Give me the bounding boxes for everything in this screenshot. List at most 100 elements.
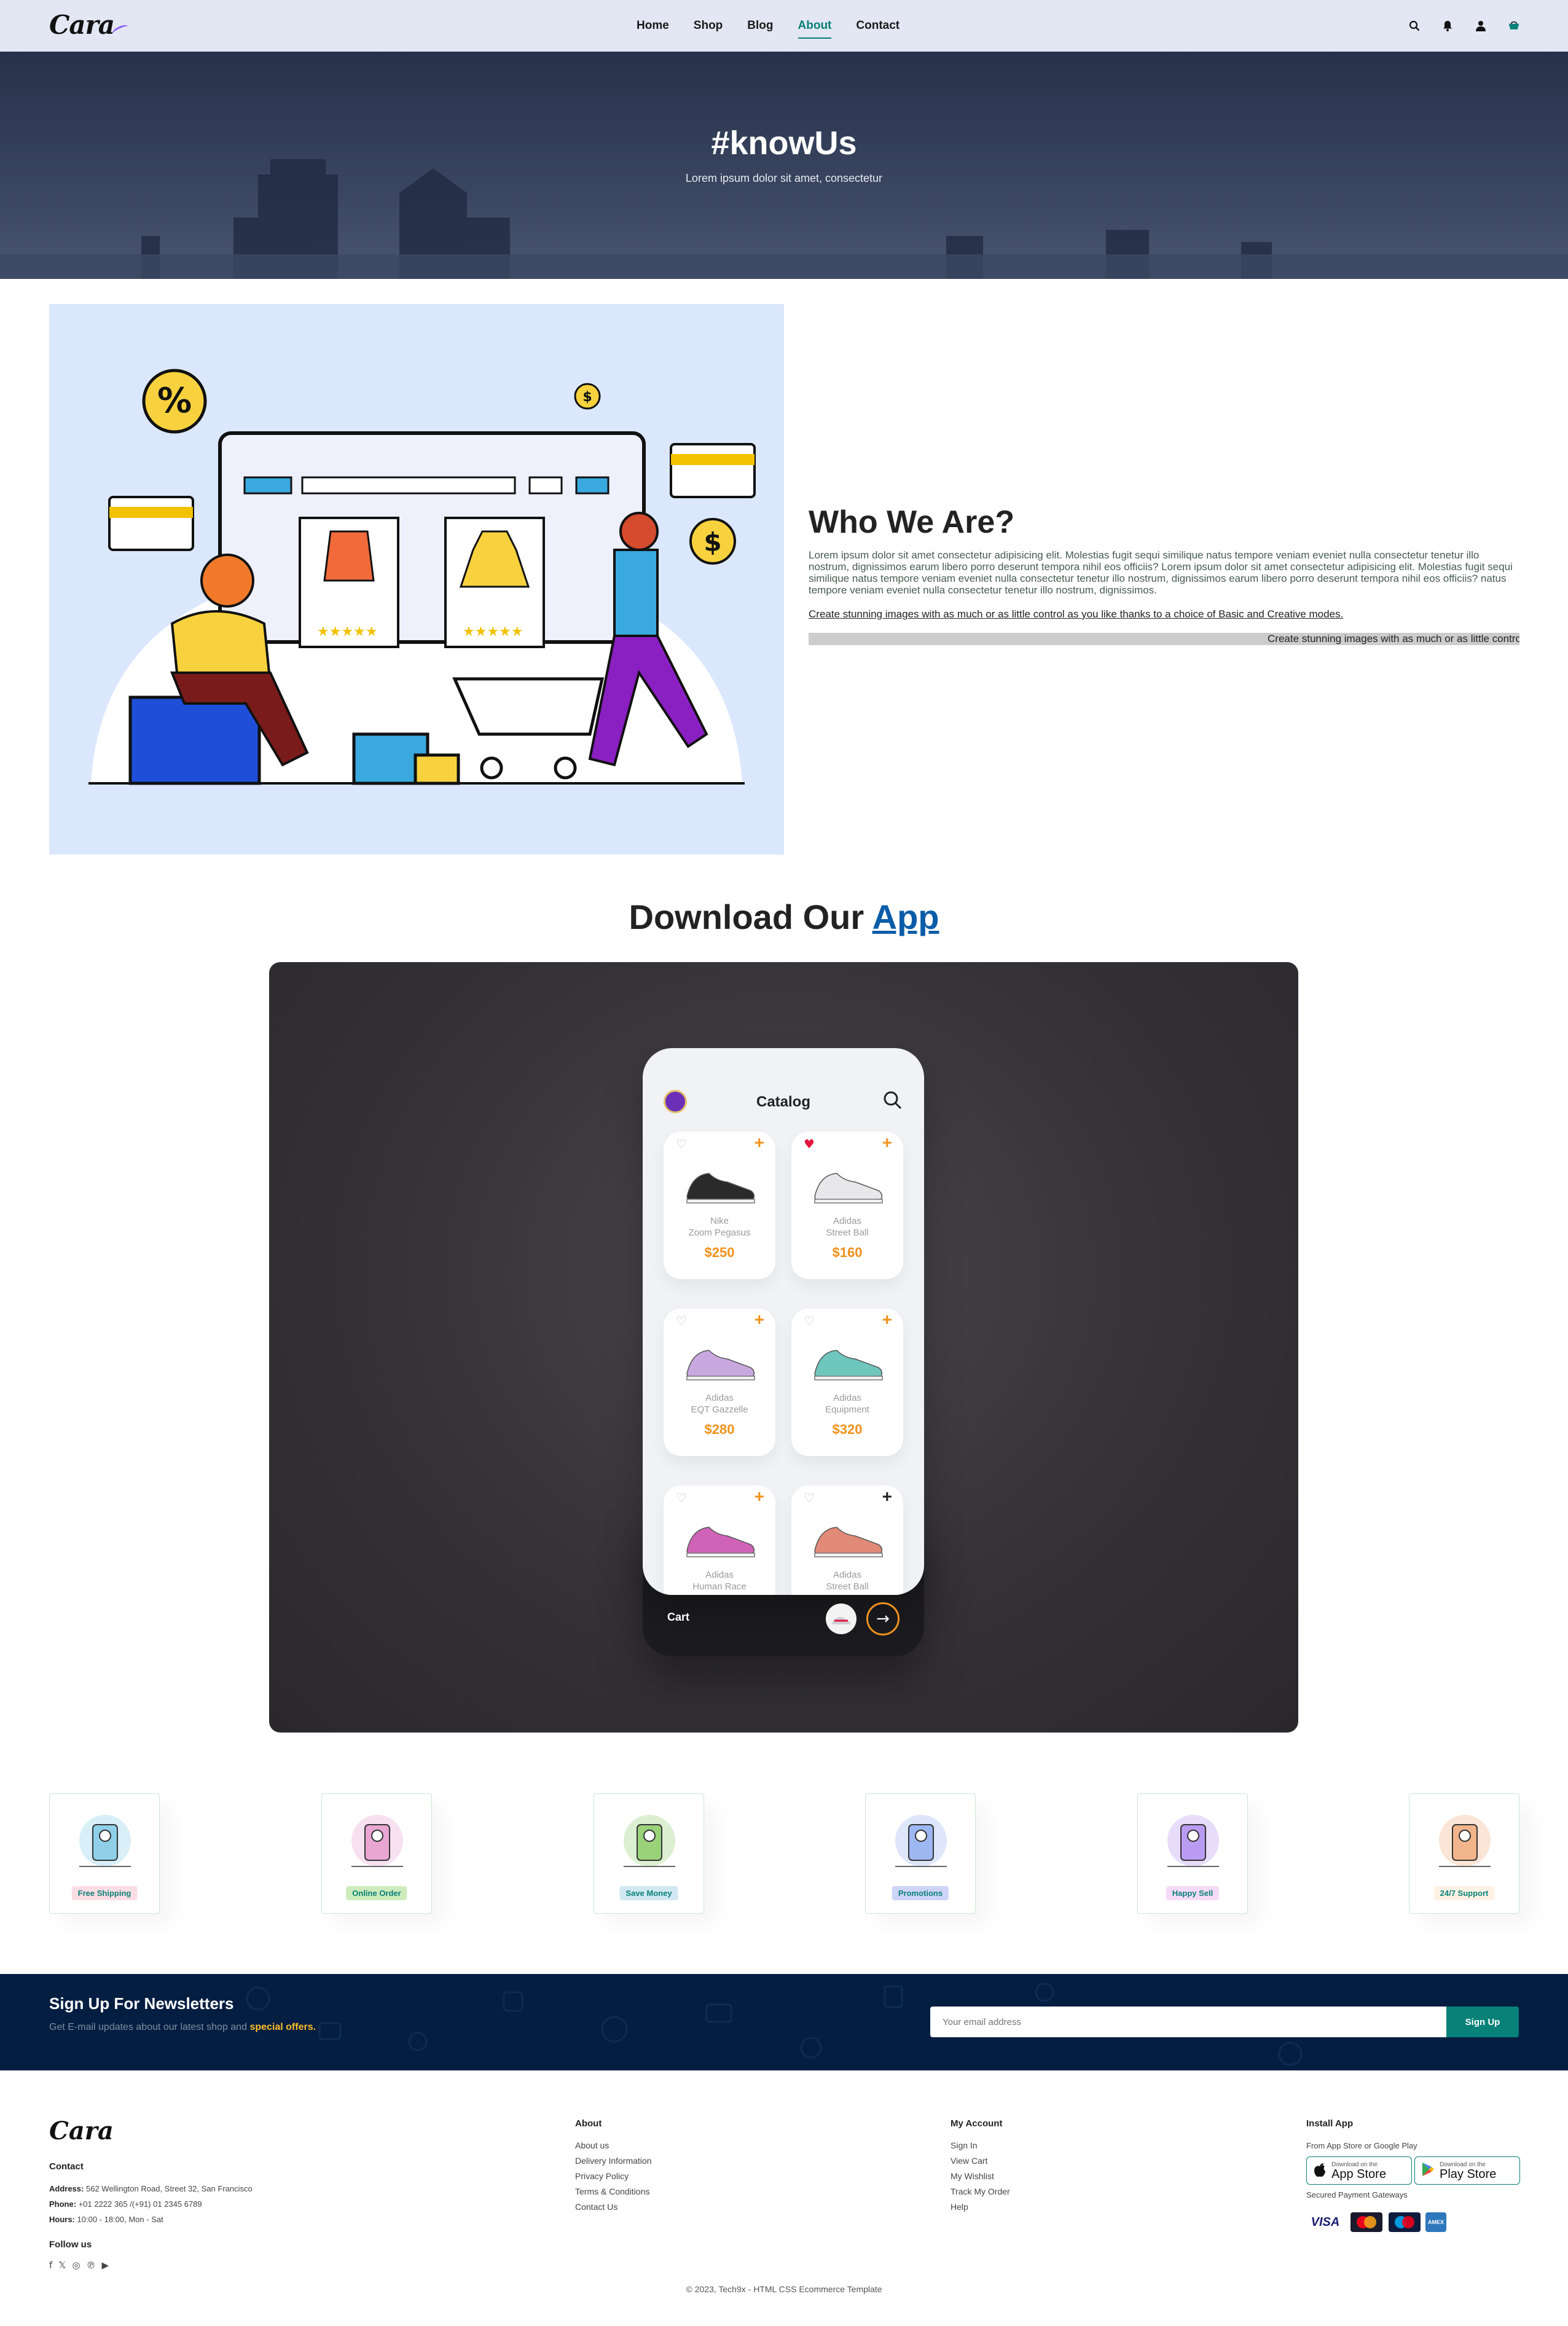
feature-label: Promotions — [892, 1886, 949, 1900]
product-card[interactable]: ♡ + Adidas Human Race — [664, 1486, 775, 1595]
facebook-icon[interactable]: f — [49, 2260, 52, 2271]
add-to-cart-icon[interactable]: + — [882, 1133, 892, 1153]
product-card[interactable]: ♡ + Adidas Street Ball — [791, 1486, 903, 1595]
shoe-image — [814, 1350, 883, 1380]
shoe-image — [686, 1173, 755, 1204]
svg-text:★★★★★: ★★★★★ — [463, 624, 523, 640]
instagram-icon[interactable]: ◎ — [72, 2260, 80, 2271]
product-model: EQT Gazzelle — [691, 1404, 748, 1415]
app-video[interactable]: Catalog ♡ + Nike Zoom Pegasus $250 ♥ + Adidas St… — [269, 962, 1298, 1733]
play-store-button[interactable]: Download on the Play Store — [1414, 2156, 1520, 2185]
product-card[interactable]: ♡ + Nike Zoom Pegasus $250 — [664, 1132, 775, 1279]
footer-link-contact[interactable]: Contact Us — [575, 2199, 652, 2215]
add-to-cart-icon[interactable]: + — [755, 1487, 764, 1506]
about-marquee: Create stunning images with as much or a… — [809, 633, 1519, 645]
about-illustration: ★★★★★ ★★★★★ % $ $ — [49, 304, 784, 855]
app-title-prefix: Download Our — [629, 898, 864, 936]
feature-illustration — [895, 1815, 947, 1867]
product-model: Street Ball — [826, 1228, 869, 1238]
footer-about-title: About — [575, 2118, 602, 2129]
main-nav: Home Shop Blog About Contact — [624, 0, 912, 52]
product-card[interactable]: ♥ + Adidas Street Ball $160 — [791, 1132, 903, 1279]
heart-icon[interactable]: ♡ — [676, 1137, 687, 1151]
product-brand: Adidas — [833, 1393, 861, 1403]
product-brand: Adidas — [705, 1393, 734, 1403]
email-field[interactable] — [930, 2007, 1446, 2037]
app-title-link[interactable]: App — [872, 898, 939, 936]
footer-link-delivery[interactable]: Delivery Information — [575, 2153, 652, 2169]
footer-link-about-us[interactable]: About us — [575, 2138, 652, 2153]
youtube-icon[interactable]: ▶ — [101, 2260, 109, 2271]
add-to-cart-icon[interactable]: + — [755, 1133, 764, 1153]
x-icon[interactable]: 𝕏 — [58, 2260, 66, 2271]
about-link[interactable]: Create stunning images with as much or a… — [809, 608, 1519, 621]
appstore-small: Download on the — [1331, 2161, 1378, 2168]
user-icon[interactable] — [1475, 20, 1487, 32]
add-to-cart-icon[interactable]: + — [882, 1310, 892, 1329]
footer-link-wishlist[interactable]: My Wishlist — [951, 2169, 1010, 2184]
svg-text:$: $ — [704, 527, 721, 557]
pinterest-icon[interactable]: ℗ — [86, 2260, 95, 2271]
social-links: f 𝕏 ◎ ℗ ▶ — [49, 2260, 109, 2271]
footer-follow-title: Follow us — [49, 2239, 92, 2250]
bell-icon[interactable] — [1441, 20, 1454, 32]
newsletter-title: Sign Up For Newsletters — [49, 1994, 234, 2013]
header-icons — [1408, 0, 1520, 52]
product-brand: Adidas — [833, 1216, 861, 1226]
feature-label: 24/7 Support — [1433, 1886, 1495, 1900]
product-card[interactable]: ♡ + Adidas Equipment $320 — [791, 1309, 903, 1456]
product-model: Human Race — [692, 1581, 747, 1592]
nav-contact[interactable]: Contact — [844, 19, 912, 33]
nav-shop[interactable]: Shop — [681, 19, 735, 33]
footer-logo[interactable]: Cara — [49, 2117, 114, 2145]
feature-illustration — [1167, 1815, 1219, 1867]
footer-link-privacy[interactable]: Privacy Policy — [575, 2169, 652, 2184]
product-brand: Adidas — [705, 1570, 734, 1580]
product-brand: Nike — [710, 1216, 729, 1226]
newsletter-text: Get E-mail updates about our latest shop… — [49, 2022, 316, 2032]
product-model: Street Ball — [826, 1581, 869, 1592]
heart-icon[interactable]: ♡ — [804, 1490, 815, 1505]
footer-link-help[interactable]: Help — [951, 2199, 1010, 2215]
feature-box: Happy Sell — [1137, 1793, 1248, 1914]
site-header: Cara Home Shop Blog About Contact — [0, 0, 1568, 52]
product-price: $320 — [832, 1422, 863, 1437]
feature-box: Save Money — [594, 1793, 704, 1914]
footer-link-sign-in[interactable]: Sign In — [951, 2138, 1010, 2153]
google-play-icon — [1421, 2162, 1435, 2179]
phone-header: Catalog — [643, 1048, 924, 1134]
product-card[interactable]: ♡ + Adidas EQT Gazzelle $280 — [664, 1309, 775, 1456]
heart-icon[interactable]: ♡ — [676, 1314, 687, 1328]
heart-icon[interactable]: ♡ — [676, 1490, 687, 1505]
feature-box: 24/7 Support — [1409, 1793, 1519, 1914]
nav-home[interactable]: Home — [624, 19, 681, 33]
newsletter-highlight: special offers. — [249, 2022, 316, 2032]
cart-icon[interactable] — [1508, 20, 1520, 32]
nav-about[interactable]: About — [786, 19, 844, 39]
footer-about-links: About us Delivery Information Privacy Po… — [575, 2138, 652, 2215]
nav-blog[interactable]: Blog — [735, 19, 785, 33]
app-store-button[interactable]: Download on the App Store — [1306, 2156, 1412, 2185]
cart-label: Cart — [667, 1611, 690, 1623]
heart-icon[interactable]: ♡ — [804, 1314, 815, 1328]
footer-link-view-cart[interactable]: View Cart — [951, 2153, 1010, 2169]
heart-icon[interactable]: ♥ — [804, 1137, 815, 1151]
add-to-cart-icon[interactable]: + — [755, 1310, 764, 1329]
search-icon[interactable] — [1408, 20, 1421, 32]
feature-illustration — [351, 1815, 403, 1867]
logo[interactable]: Cara — [49, 10, 130, 40]
footer-link-terms[interactable]: Terms & Conditions — [575, 2184, 652, 2199]
footer-link-track-order[interactable]: Track My Order — [951, 2184, 1010, 2199]
phone-mockup: Catalog ♡ + Nike Zoom Pegasus $250 ♥ + Adidas St… — [643, 1048, 924, 1656]
amex-logo: AMEX — [1425, 2212, 1446, 2232]
shoe-image — [814, 1173, 883, 1204]
checkout-arrow-icon[interactable]: → — [866, 1602, 900, 1635]
signup-button[interactable]: Sign Up — [1446, 2007, 1519, 2037]
footer-phone: +01 2222 365 /(+91) 01 2345 6789 — [78, 2199, 202, 2209]
city-skyline — [0, 159, 1568, 279]
search-icon[interactable] — [882, 1090, 903, 1111]
playstore-small: Download on the — [1440, 2161, 1486, 2168]
footer-address: 562 Wellington Road, Street 32, San Fran… — [85, 2184, 253, 2193]
newsletter-form: Sign Up — [930, 2007, 1519, 2037]
add-to-cart-icon[interactable]: + — [882, 1487, 892, 1506]
